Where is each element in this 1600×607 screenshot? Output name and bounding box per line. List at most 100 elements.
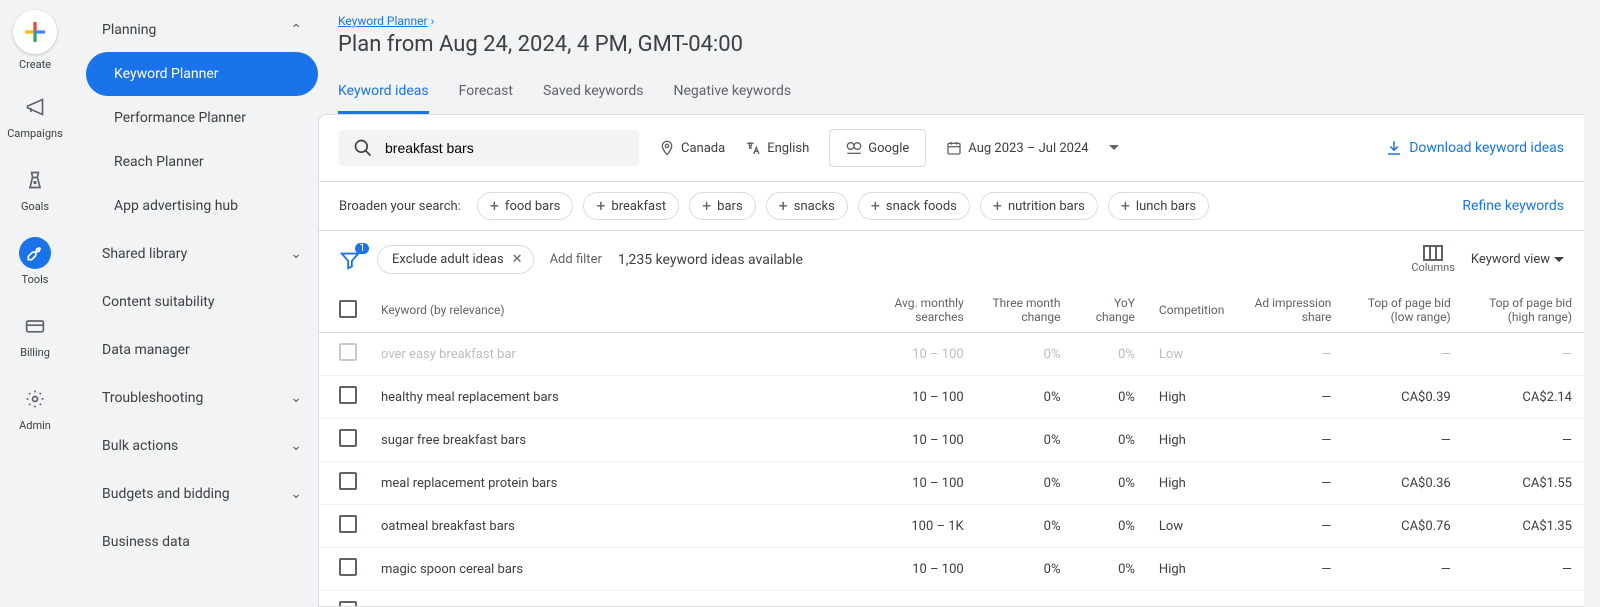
chip-label: lunch bars xyxy=(1136,199,1196,214)
cell-competition: High xyxy=(1147,548,1236,591)
search-input[interactable] xyxy=(385,140,625,156)
row-checkbox[interactable] xyxy=(339,601,357,606)
date-range-selector[interactable]: Aug 2023 – Jul 2024 xyxy=(946,140,1118,156)
create-button[interactable] xyxy=(13,10,57,54)
tab-keyword-ideas[interactable]: Keyword ideas xyxy=(338,71,429,114)
calendar-icon xyxy=(946,140,962,156)
billing-icon xyxy=(19,310,51,342)
column-header[interactable]: Three month change xyxy=(976,288,1073,333)
cell-impression: — xyxy=(1236,505,1343,548)
network-selector[interactable]: Google xyxy=(829,129,926,167)
broaden-chip[interactable]: +snack foods xyxy=(858,192,970,220)
sidebar-item-label: Keyword Planner xyxy=(114,66,219,82)
table-row[interactable]: oatmeal breakfast bars 100 – 1K 0% 0% Lo… xyxy=(319,505,1584,548)
broaden-chip[interactable]: +bars xyxy=(689,192,756,220)
broaden-chip[interactable]: +lunch bars xyxy=(1108,192,1209,220)
table-row[interactable]: meal replacement protein bars 10 – 100 0… xyxy=(319,462,1584,505)
cell-bid-low: — xyxy=(1343,591,1462,607)
table-row[interactable]: healthy meal replacement bars 10 – 100 0… xyxy=(319,376,1584,419)
chevron-right-icon: › xyxy=(431,14,435,28)
campaigns-icon xyxy=(19,91,51,123)
columns-icon xyxy=(1423,245,1443,261)
view-selector[interactable]: Keyword view xyxy=(1471,252,1564,267)
column-header[interactable]: Top of page bid (high range) xyxy=(1463,288,1584,333)
sidebar-item-performance-planner[interactable]: Performance Planner xyxy=(86,96,318,140)
sidebar-item-reach-planner[interactable]: Reach Planner xyxy=(86,140,318,184)
plus-icon: + xyxy=(702,198,711,214)
sidebar-group-troubleshooting[interactable]: Troubleshooting⌄ xyxy=(86,376,318,420)
sidebar-group-shared-library[interactable]: Shared library⌄ xyxy=(86,232,318,276)
row-checkbox[interactable] xyxy=(339,386,357,404)
download-button[interactable]: Download keyword ideas xyxy=(1385,139,1564,157)
cell-yoy: 0% xyxy=(1072,548,1146,591)
tab-negative-keywords[interactable]: Negative keywords xyxy=(673,71,791,114)
broaden-chip[interactable]: +food bars xyxy=(477,192,573,220)
cell-three-month: 0% xyxy=(976,419,1073,462)
sidebar-group-bulk-actions[interactable]: Bulk actions ⌄ xyxy=(86,424,318,468)
chevron-up-icon: ⌃ xyxy=(290,22,302,38)
cell-three-month: 0% xyxy=(976,505,1073,548)
goals-icon xyxy=(19,164,51,196)
translate-icon xyxy=(745,140,761,156)
download-icon xyxy=(1385,139,1403,157)
rail-item-campaigns[interactable]: Campaigns xyxy=(7,91,63,140)
sidebar-group-data-manager[interactable]: Data manager xyxy=(86,328,318,372)
row-checkbox[interactable] xyxy=(339,343,357,361)
chevron-down-icon: ⌄ xyxy=(290,438,302,454)
chip-label: nutrition bars xyxy=(1008,199,1085,214)
tab-saved-keywords[interactable]: Saved keywords xyxy=(543,71,643,114)
search-box[interactable] xyxy=(339,130,639,166)
rail-item-tools[interactable]: Tools xyxy=(7,237,63,286)
chevron-down-icon: ⌄ xyxy=(290,486,302,502)
cell-yoy: 0% xyxy=(1072,462,1146,505)
column-header[interactable]: Ad impression share xyxy=(1236,288,1343,333)
row-checkbox[interactable] xyxy=(339,429,357,447)
filter-row: Canada English Google Aug 2023 – Jul 202… xyxy=(319,115,1584,181)
refine-button[interactable]: Refine keywords xyxy=(1462,198,1564,214)
breadcrumb-link[interactable]: Keyword Planner xyxy=(338,14,428,28)
sidebar-item-app-advertising-hub[interactable]: App advertising hub xyxy=(86,184,318,228)
close-icon[interactable]: ✕ xyxy=(512,252,523,267)
columns-button[interactable]: Columns xyxy=(1411,245,1455,274)
language-selector[interactable]: English xyxy=(745,140,809,156)
plus-icon: + xyxy=(596,198,605,214)
broaden-chip[interactable]: +breakfast xyxy=(583,192,679,220)
location-label: Canada xyxy=(681,141,725,156)
sidebar-group-label: Planning xyxy=(102,22,156,38)
sidebar-group-label: Bulk actions xyxy=(102,438,178,454)
sidebar-item-keyword-planner[interactable]: Keyword Planner xyxy=(86,52,318,96)
sidebar-group-content-suitability[interactable]: Content suitability xyxy=(86,280,318,324)
filter-button[interactable]: 1 xyxy=(339,249,361,271)
rail-item-admin[interactable]: Admin xyxy=(7,383,63,432)
table-row[interactable]: gluten free cereal bars 10 – 100 0% 0% H… xyxy=(319,591,1584,607)
broaden-chip[interactable]: +nutrition bars xyxy=(980,192,1098,220)
tab-forecast[interactable]: Forecast xyxy=(459,71,513,114)
column-header[interactable]: YoY change xyxy=(1072,288,1146,333)
broaden-chip[interactable]: +snacks xyxy=(766,192,848,220)
page-title: Plan from Aug 24, 2024, 4 PM, GMT-04:00 xyxy=(318,32,1600,71)
row-checkbox[interactable] xyxy=(339,558,357,576)
column-header[interactable]: Top of page bid (low range) xyxy=(1343,288,1462,333)
location-selector[interactable]: Canada xyxy=(659,140,725,156)
sidebar-group-business-data[interactable]: Business data xyxy=(86,520,318,564)
applied-filter-chip[interactable]: Exclude adult ideas ✕ xyxy=(377,245,534,274)
rail-item-billing[interactable]: Billing xyxy=(7,310,63,359)
table-row[interactable]: sugar free breakfast bars 10 – 100 0% 0%… xyxy=(319,419,1584,462)
column-header[interactable]: Avg. monthly searches xyxy=(869,288,976,333)
row-checkbox[interactable] xyxy=(339,472,357,490)
cell-keyword: over easy breakfast bar xyxy=(369,333,869,376)
sidebar-group-budgets-and-bidding[interactable]: Budgets and bidding⌄ xyxy=(86,472,318,516)
table-row[interactable]: magic spoon cereal bars 10 – 100 0% 0% H… xyxy=(319,548,1584,591)
column-header[interactable]: Competition xyxy=(1147,288,1236,333)
table-row[interactable]: over easy breakfast bar 10 – 100 0% 0% L… xyxy=(319,333,1584,376)
rail-item-goals[interactable]: Goals xyxy=(7,164,63,213)
sidebar-item-label: Reach Planner xyxy=(114,154,204,170)
add-filter-button[interactable]: Add filter xyxy=(550,252,602,267)
select-all-checkbox[interactable] xyxy=(339,300,357,318)
cell-competition: Low xyxy=(1147,333,1236,376)
table-wrap[interactable]: Keyword (by relevance)Avg. monthly searc… xyxy=(319,288,1584,606)
network-label: Google xyxy=(868,141,909,156)
column-header[interactable]: Keyword (by relevance) xyxy=(369,288,869,333)
row-checkbox[interactable] xyxy=(339,515,357,533)
sidebar-group-planning[interactable]: Planning ⌃ xyxy=(86,8,318,52)
